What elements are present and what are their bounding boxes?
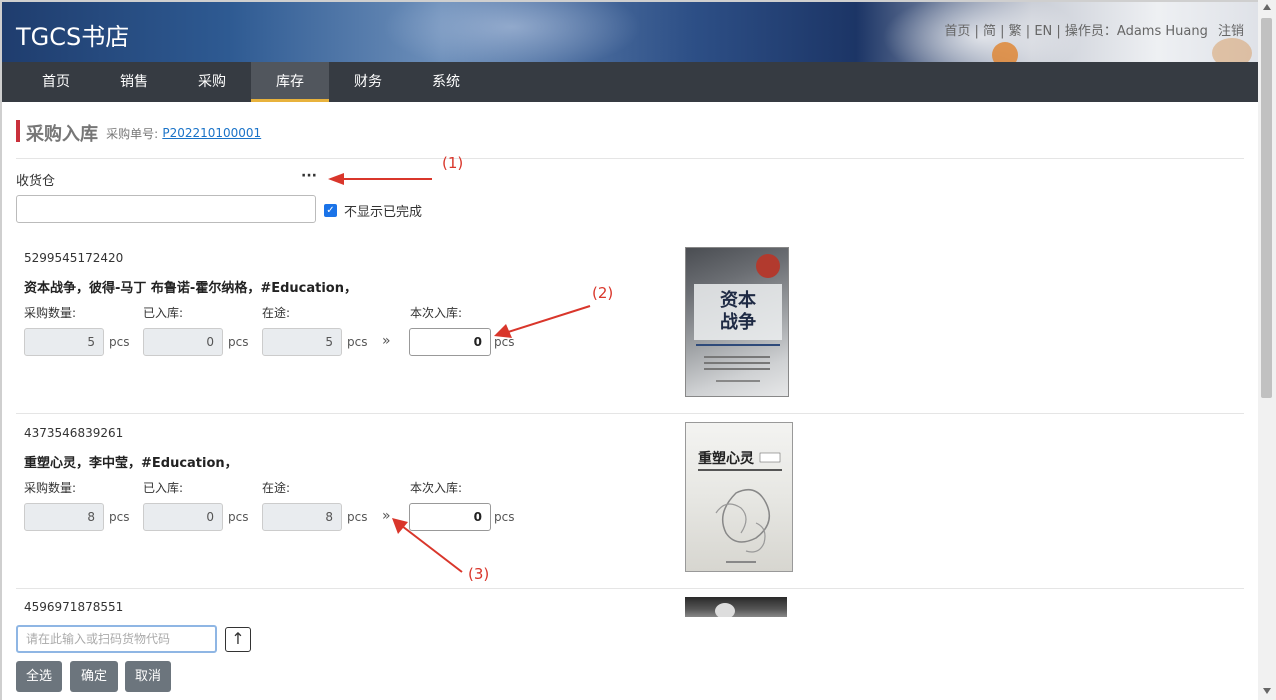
item-2-this-time-label: 本次入库: (410, 481, 463, 495)
vertical-scrollbar[interactable] (1258, 0, 1276, 700)
nav-system[interactable]: 系统 (407, 62, 485, 102)
item-1-this-time-input[interactable]: 0 (409, 328, 491, 356)
upload-arrow-icon[interactable]: ↑ (225, 627, 251, 652)
nav-inventory[interactable]: 库存 (251, 62, 329, 102)
annotation-label-1: (1) (442, 154, 464, 172)
hide-completed-label: 不显示已完成 (344, 205, 423, 220)
svg-text:战争: 战争 (720, 311, 756, 333)
scroll-down-icon[interactable] (1263, 688, 1271, 694)
nav-home[interactable]: 首页 (17, 62, 95, 102)
nav-finance[interactable]: 财务 (329, 62, 407, 102)
annotation-arrow-3 (392, 518, 463, 573)
nav-purchase[interactable]: 采购 (173, 62, 251, 102)
item-2-transit-label: 在途: (262, 481, 291, 495)
item-2-code: 4373546839261 (24, 426, 124, 440)
annotation-arrow-2 (494, 305, 591, 338)
unit-label: pcs (347, 335, 368, 349)
item-1-ordered-label: 采购数量: (24, 306, 77, 320)
select-all-button[interactable]: 全选 (16, 661, 62, 692)
warehouse-label: 收货仓 (16, 174, 56, 189)
annotation-label-3: (3) (468, 565, 490, 583)
item-1-name: 资本战争，彼得-马丁 布鲁诺-霍尔纳格，#Education， (24, 281, 357, 296)
annotation-label-2: (2) (592, 284, 614, 302)
hide-completed-checkbox[interactable]: ✓ (324, 204, 337, 217)
item-1-received-field: 0 (143, 328, 223, 356)
item-1-this-time-label: 本次入库: (410, 306, 463, 320)
item-1-transit-field: 5 (262, 328, 342, 356)
scrollbar-thumb[interactable] (1261, 18, 1272, 398)
barcode-input[interactable]: 请在此输入或扫码货物代码 (16, 625, 217, 653)
item-3-code: 4596971878551 (24, 600, 124, 614)
header-banner: TGCS书店 首页 | 简 | 繁 | EN | 操作员：Adams Huang… (2, 2, 1258, 62)
item-1-ordered-field: 5 (24, 328, 104, 356)
unit-label: pcs (109, 510, 130, 524)
page-title-text: 采购入库 (26, 124, 98, 145)
unit-label: pcs (494, 510, 515, 524)
divider (16, 413, 1244, 414)
unit-label: pcs (228, 510, 249, 524)
logout-link[interactable]: 注销 (1218, 24, 1244, 39)
item-2-name: 重塑心灵，李中莹，#Education， (24, 456, 238, 471)
item-2-ordered-field: 8 (24, 503, 104, 531)
warehouse-input[interactable] (16, 195, 316, 223)
unit-label: pcs (228, 335, 249, 349)
fill-all-icon[interactable]: » (382, 333, 391, 349)
book-cover-3 (685, 597, 787, 617)
more-options-icon[interactable]: ··· (301, 168, 317, 184)
top-links-text[interactable]: 首页 | 简 | 繁 | EN | 操作员：Adams Huang (944, 24, 1207, 39)
unit-label: pcs (109, 335, 130, 349)
nav-sales[interactable]: 销售 (95, 62, 173, 102)
confirm-button[interactable]: 确定 (70, 661, 118, 692)
brand-logo[interactable]: TGCS书店 (16, 17, 129, 52)
scroll-up-icon[interactable] (1263, 4, 1271, 10)
annotation-arrow-1 (328, 173, 432, 185)
unit-label: pcs (347, 510, 368, 524)
item-2-received-field: 0 (143, 503, 223, 531)
book-cover-1: 资本 战争 (685, 247, 789, 397)
item-2-transit-field: 8 (262, 503, 342, 531)
main-nav: 首页 销售 采购 库存 财务 系统 (2, 62, 1258, 102)
order-number-link[interactable]: P202210100001 (162, 126, 261, 140)
item-1-transit-label: 在途: (262, 306, 291, 320)
top-links[interactable]: 首页 | 简 | 繁 | EN | 操作员：Adams Huang 注销 (944, 20, 1244, 39)
book-cover-2: 重塑心灵 (685, 422, 793, 572)
divider (16, 588, 1244, 589)
page-content: TGCS书店 首页 | 简 | 繁 | EN | 操作员：Adams Huang… (2, 2, 1258, 700)
item-1-received-label: 已入库: (143, 306, 184, 320)
svg-text:资本: 资本 (720, 289, 756, 311)
divider (16, 158, 1244, 159)
cancel-button[interactable]: 取消 (125, 661, 171, 692)
order-number-label: 采购单号: (106, 126, 159, 141)
item-2-received-label: 已入库: (143, 481, 184, 495)
item-2-ordered-label: 采购数量: (24, 481, 77, 495)
item-1-code: 5299545172420 (24, 251, 124, 265)
svg-text:重塑心灵: 重塑心灵 (698, 450, 755, 467)
page-title: 采购入库 采购单号: P202210100001 (16, 120, 261, 145)
